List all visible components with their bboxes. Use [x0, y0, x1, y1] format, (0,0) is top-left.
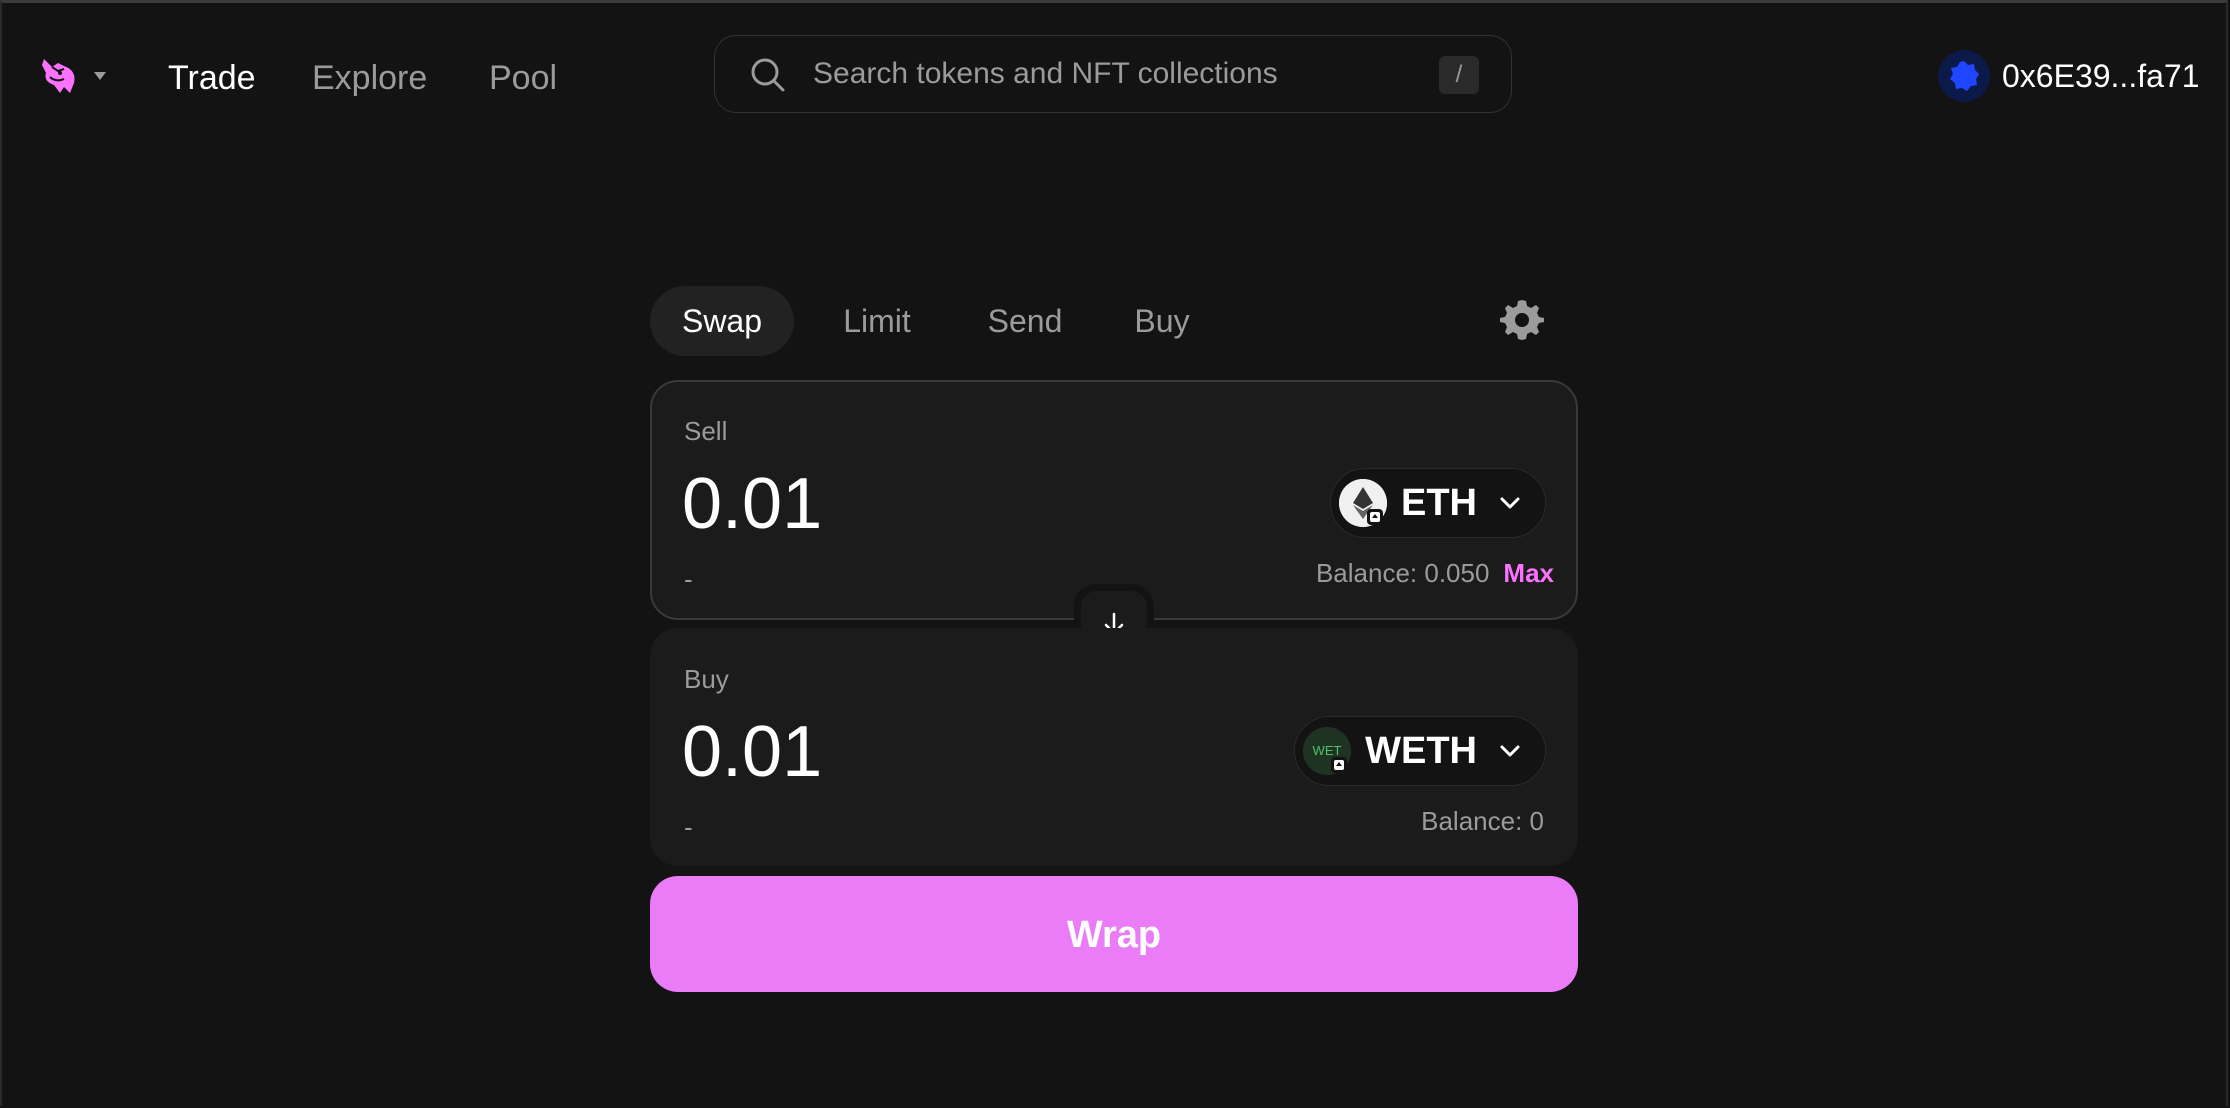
- eth-icon: [1339, 479, 1387, 527]
- chevron-down-icon: [1500, 497, 1520, 509]
- tab-swap[interactable]: Swap: [650, 286, 794, 356]
- search-shortcut-key: /: [1439, 56, 1479, 94]
- tab-limit[interactable]: Limit: [810, 286, 944, 356]
- sell-balance: Balance: 0.050: [1315, 558, 1490, 588]
- max-button[interactable]: Max: [1503, 558, 1554, 589]
- buy-token-selector[interactable]: WET WETH: [1294, 716, 1546, 786]
- top-nav: Trade Explore Pool / 0x6E39...fa71: [0, 3, 2230, 149]
- chevron-down-icon: [1500, 745, 1520, 757]
- tab-buy[interactable]: Buy: [1104, 286, 1220, 356]
- weth-icon: WET: [1303, 727, 1352, 775]
- blue-badge-avatar-icon: [1950, 61, 1979, 91]
- buy-balance-row: Balance: 0: [1421, 806, 1544, 837]
- sell-token-selector[interactable]: ETH: [1330, 468, 1546, 538]
- search-input[interactable]: [813, 54, 1373, 94]
- uniswap-logo-icon[interactable]: [36, 53, 82, 99]
- gear-icon[interactable]: [1500, 298, 1544, 342]
- account-avatar: [1938, 50, 1990, 102]
- tab-send[interactable]: Send: [960, 286, 1090, 356]
- buy-balance: Balance: 0: [1421, 806, 1544, 836]
- wrap-button[interactable]: Wrap: [650, 876, 1578, 992]
- nav-link-trade[interactable]: Trade: [168, 57, 256, 99]
- search-icon: [751, 58, 785, 92]
- buy-fiat-value: -: [684, 812, 693, 842]
- caret-down-icon[interactable]: [92, 69, 108, 83]
- sell-amount-input[interactable]: 0.01: [682, 462, 1202, 546]
- sell-fiat-value: -: [684, 564, 693, 594]
- buy-panel: Buy 0.01 - WET WETH Balance: 0: [650, 628, 1578, 866]
- sell-label: Sell: [684, 416, 728, 446]
- account-address: 0x6E39...fa71: [2002, 57, 2200, 94]
- sell-token-symbol: ETH: [1401, 481, 1477, 524]
- search-bar[interactable]: /: [714, 35, 1512, 113]
- buy-label: Buy: [684, 664, 729, 694]
- nav-link-pool[interactable]: Pool: [489, 57, 557, 99]
- swap-tabs: Swap Limit Send Buy: [650, 286, 1578, 356]
- weth-icon-text: WET: [1313, 743, 1342, 758]
- buy-amount-input[interactable]: 0.01: [682, 710, 1202, 794]
- account-button[interactable]: 0x6E39...fa71: [1938, 47, 2199, 105]
- buy-token-symbol: WETH: [1365, 729, 1477, 772]
- nav-link-explore[interactable]: Explore: [312, 57, 427, 99]
- sell-balance-row: Balance: 0.050 Max: [1315, 558, 1554, 589]
